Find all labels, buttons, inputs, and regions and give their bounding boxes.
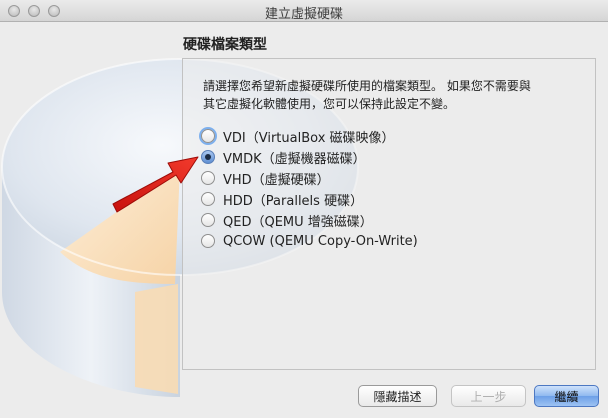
option-qed-label: QED（QEMU 增強磁碟）	[223, 214, 373, 230]
continue-button[interactable]: 繼續	[534, 385, 599, 407]
option-vdi[interactable]: VDI（VirtualBox 磁碟映像）	[201, 127, 395, 146]
option-vhd[interactable]: VHD（虛擬硬碟）	[201, 169, 330, 188]
option-vmdk[interactable]: VMDK（虛擬機器磁碟）	[201, 148, 366, 167]
description-line: 請選擇您希望新虛擬硬碟所使用的檔案類型。 如果您不需要與	[203, 79, 531, 93]
description-line: 其它虛擬化軟體使用，您可以保持此設定不變。	[203, 97, 456, 111]
option-qcow[interactable]: QCOW (QEMU Copy-On-Write)	[201, 232, 418, 250]
option-qed[interactable]: QED（QEMU 增強磁碟）	[201, 211, 373, 230]
back-button[interactable]: 上一步	[451, 385, 526, 407]
radio-hdd[interactable]	[201, 192, 215, 206]
radio-qed[interactable]	[201, 213, 215, 227]
dialog-window: 建立虛擬硬碟 硬碟檔案類型 請選擇您希望新虛擬硬碟所使用的檔案類型。 如果您不需…	[0, 0, 608, 418]
radio-vhd[interactable]	[201, 171, 215, 185]
radio-vdi[interactable]	[201, 129, 215, 143]
option-hdd-label: HDD（Parallels 硬碟）	[223, 193, 364, 209]
option-qcow-label: QCOW (QEMU Copy-On-Write)	[223, 233, 418, 249]
description-text: 請選擇您希望新虛擬硬碟所使用的檔案類型。 如果您不需要與 其它虛擬化軟體使用，您…	[203, 77, 593, 113]
option-vdi-label: VDI（VirtualBox 磁碟映像）	[223, 130, 395, 146]
window-title: 建立虛擬硬碟	[264, 7, 343, 22]
hide-description-button[interactable]: 隱藏描述	[358, 385, 437, 407]
option-vhd-label: VHD（虛擬硬碟）	[223, 172, 330, 188]
title-bar: 建立虛擬硬碟	[0, 0, 608, 22]
section-title: 硬碟檔案類型	[183, 37, 267, 53]
radio-qcow[interactable]	[201, 234, 215, 248]
option-vmdk-label: VMDK（虛擬機器磁碟）	[223, 151, 366, 167]
radio-vmdk[interactable]	[201, 150, 215, 164]
option-hdd[interactable]: HDD（Parallels 硬碟）	[201, 190, 364, 209]
